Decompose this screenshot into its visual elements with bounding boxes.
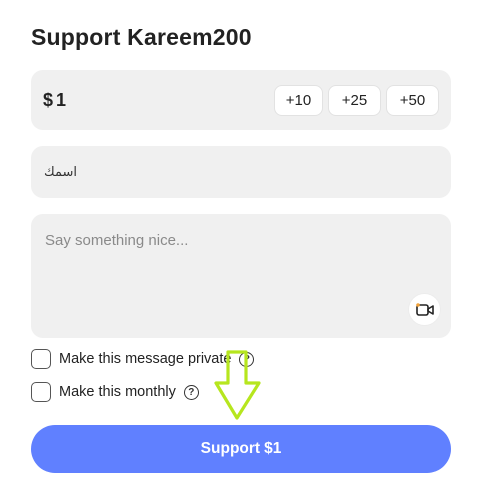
- monthly-option-row: Make this monthly ?: [31, 382, 199, 402]
- amount-number: 1: [56, 89, 67, 110]
- amount-value[interactable]: $1: [43, 90, 274, 111]
- currency-symbol: $: [43, 89, 54, 110]
- private-label[interactable]: Make this message private: [59, 351, 231, 367]
- message-placeholder: Say something nice...: [45, 232, 189, 249]
- support-button-label: Support: [200, 440, 261, 457]
- name-input-value: اسمك: [44, 164, 77, 179]
- increment-chips: +10 +25 +50: [274, 84, 439, 116]
- support-button-amount: $1: [264, 440, 282, 457]
- page-title: Support Kareem200: [31, 24, 252, 50]
- question-circle-icon[interactable]: ?: [183, 384, 199, 400]
- add-25-button[interactable]: +25: [328, 84, 381, 116]
- support-widget: Support Kareem200 $1 +10 +25 +50 اسمك Sa…: [0, 0, 486, 485]
- message-textarea[interactable]: Say something nice...: [31, 214, 451, 338]
- amount-field[interactable]: $1 +10 +25 +50: [31, 70, 451, 130]
- video-message-button[interactable]: [409, 294, 440, 325]
- down-arrow-annotation-icon: [214, 350, 261, 420]
- support-button[interactable]: Support $1: [31, 425, 451, 473]
- video-camera-icon: [415, 302, 434, 316]
- add-10-button[interactable]: +10: [274, 84, 323, 116]
- name-input[interactable]: اسمك: [31, 146, 451, 198]
- monthly-label[interactable]: Make this monthly: [59, 384, 176, 400]
- add-50-button[interactable]: +50: [386, 84, 439, 116]
- private-checkbox[interactable]: [31, 349, 51, 369]
- monthly-checkbox[interactable]: [31, 382, 51, 402]
